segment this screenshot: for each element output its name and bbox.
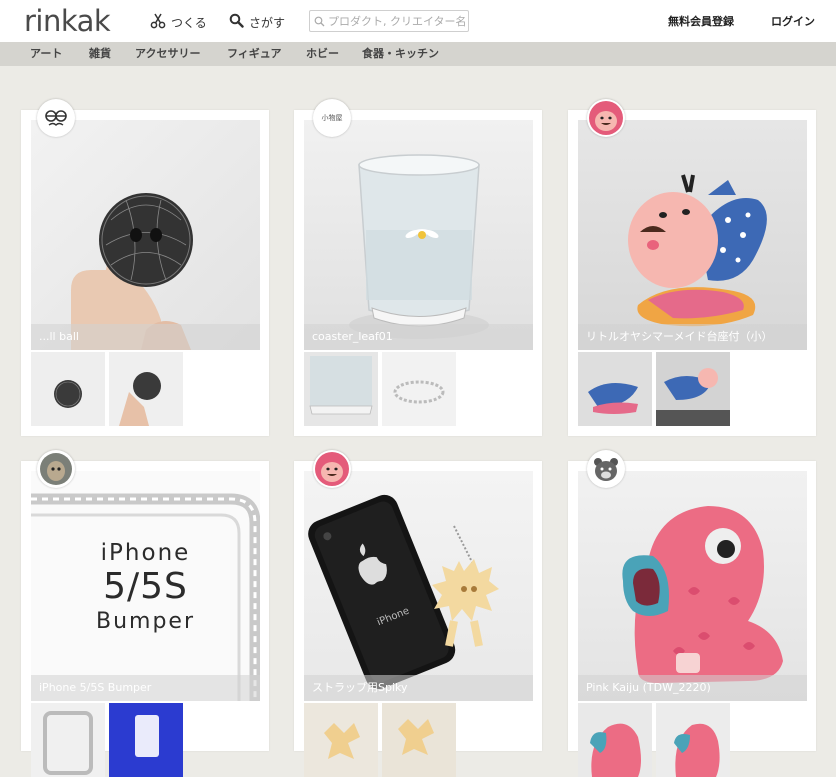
product-thumbnail[interactable] xyxy=(304,703,378,777)
product-image[interactable]: ...ll ball xyxy=(31,120,260,350)
site-logo[interactable]: rinkak xyxy=(24,4,111,38)
category-accessories[interactable]: アクセサリー xyxy=(135,47,200,61)
bumper-text-line1: iPhone xyxy=(100,540,191,566)
product-thumbnail[interactable] xyxy=(578,352,652,426)
thumbnail-list xyxy=(304,703,456,777)
product-card[interactable]: iPhone 5/5S Bumper iPhone 5/5S Bumper xyxy=(21,461,269,777)
thumbnail-list xyxy=(304,352,456,426)
product-title: ...ll ball xyxy=(31,324,260,350)
scissors-icon xyxy=(150,13,166,33)
product-image[interactable]: iPhone 5/5S Bumper iPhone 5/5S Bumper xyxy=(31,471,260,701)
make-label: つくる xyxy=(171,16,207,30)
product-image[interactable]: Pink Kaiju (TDW_2220) xyxy=(578,471,807,701)
creator-avatar[interactable] xyxy=(313,450,351,488)
product-thumbnail[interactable] xyxy=(109,352,183,426)
product-thumbnail[interactable] xyxy=(31,352,105,426)
magnifier-icon xyxy=(229,13,244,32)
search-input[interactable] xyxy=(325,14,466,28)
product-thumbnail[interactable] xyxy=(382,352,456,426)
category-hobby[interactable]: ホビー xyxy=(306,47,339,61)
creator-avatar[interactable] xyxy=(587,450,625,488)
product-card[interactable]: iPhone ストラップ用Spiky xyxy=(294,461,542,777)
bumper-text-line2: 5/5S xyxy=(103,566,188,607)
thumbnail-list xyxy=(578,703,730,777)
product-title: Pink Kaiju (TDW_2220) xyxy=(578,675,807,701)
thumbnail-list xyxy=(31,352,183,426)
product-title: coaster_leaf01 xyxy=(304,324,533,350)
creator-avatar[interactable]: 小物屋 xyxy=(313,99,351,137)
product-image[interactable]: iPhone ストラップ用Spiky xyxy=(304,471,533,701)
category-figures[interactable]: フィギュア xyxy=(227,47,282,61)
search-label: さがす xyxy=(249,15,286,30)
creator-avatar-text: 小物屋 xyxy=(321,114,343,122)
make-link[interactable]: つくる xyxy=(150,13,207,33)
product-card[interactable]: リトルオヤシマーメイド台座付（小） xyxy=(568,110,816,436)
search-icon xyxy=(314,12,325,31)
product-thumbnail[interactable] xyxy=(382,703,456,777)
signup-link[interactable]: 無料会員登録 xyxy=(668,14,734,30)
search-link[interactable]: さがす xyxy=(229,13,285,32)
category-art[interactable]: アート xyxy=(30,47,62,61)
product-image[interactable]: coaster_leaf01 xyxy=(304,120,533,350)
product-image[interactable]: リトルオヤシマーメイド台座付（小） xyxy=(578,120,807,350)
creator-avatar[interactable] xyxy=(37,99,75,137)
category-goods[interactable]: 雑貨 xyxy=(89,47,111,61)
top-header: rinkak つくる さがす 無料会員 xyxy=(0,0,836,42)
thumbnail-list xyxy=(31,703,183,777)
product-title: ストラップ用Spiky xyxy=(304,675,533,701)
login-link[interactable]: ログイン xyxy=(771,14,815,30)
category-bar: アート 雑貨 アクセサリー フィギュア ホビー 食器・キッチン xyxy=(0,42,836,66)
product-thumbnail[interactable] xyxy=(578,703,652,777)
product-card[interactable]: ...ll ball xyxy=(21,110,269,436)
thumbnail-list xyxy=(578,352,730,426)
product-card[interactable]: Pink Kaiju (TDW_2220) xyxy=(568,461,816,777)
category-tableware[interactable]: 食器・キッチン xyxy=(362,47,439,61)
creator-avatar[interactable] xyxy=(37,450,75,488)
creator-avatar[interactable] xyxy=(587,99,625,137)
search-box xyxy=(309,10,469,32)
product-thumbnail[interactable] xyxy=(656,352,730,426)
product-thumbnail[interactable] xyxy=(31,703,105,777)
product-thumbnail[interactable] xyxy=(656,703,730,777)
product-card[interactable]: coaster_leaf01 xyxy=(294,110,542,436)
product-thumbnail[interactable] xyxy=(304,352,378,426)
product-thumbnail[interactable] xyxy=(109,703,183,777)
bumper-text-line3: Bumper xyxy=(95,609,195,634)
product-title: リトルオヤシマーメイド台座付（小） xyxy=(578,324,807,350)
product-title: iPhone 5/5S Bumper xyxy=(31,675,260,701)
